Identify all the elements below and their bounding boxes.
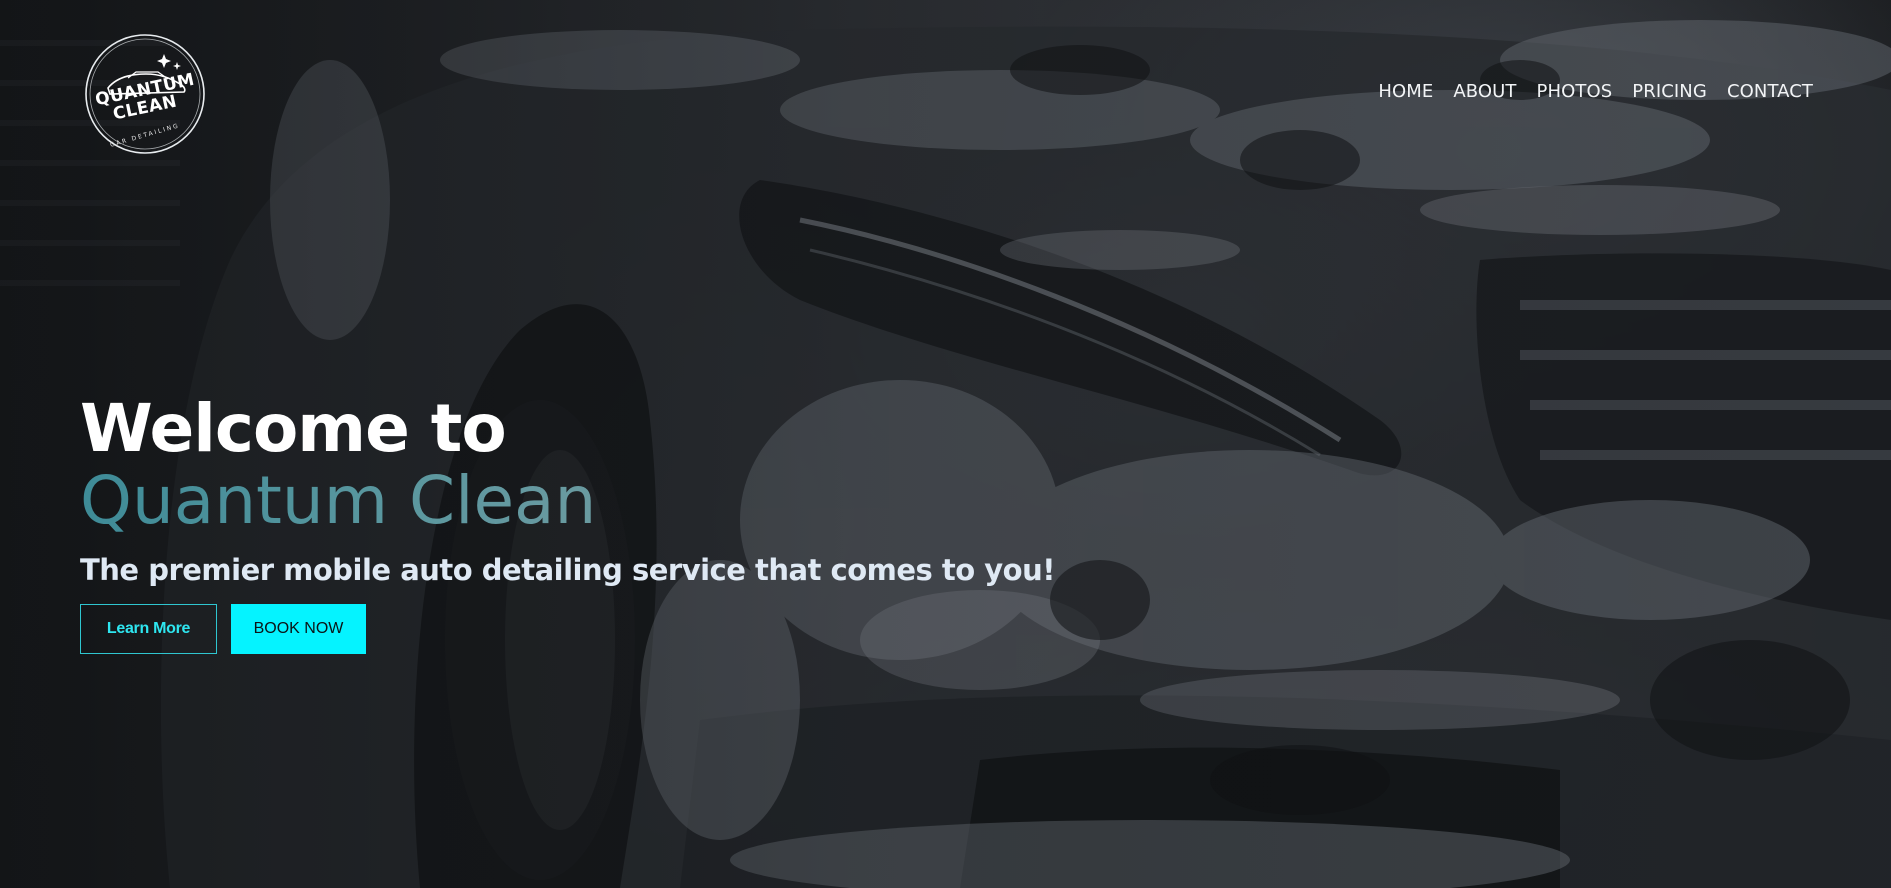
hero-section: QUANTUM CLEAN CAR DETAILING HOME ABOUT P… [0, 0, 1891, 888]
hero-heading-brand: Quantum Clean [80, 462, 597, 539]
nav-about[interactable]: ABOUT [1443, 81, 1526, 102]
book-now-button[interactable]: BOOK NOW [231, 604, 366, 654]
nav-photos[interactable]: PHOTOS [1527, 81, 1623, 102]
hero-heading-welcome: Welcome to [80, 390, 507, 467]
site-logo[interactable]: QUANTUM CLEAN CAR DETAILING [80, 32, 210, 156]
learn-more-button[interactable]: Learn More [80, 604, 217, 654]
main-nav: HOME ABOUT PHOTOS PRICING CONTACT [1368, 81, 1823, 102]
hero-heading: Welcome to Quantum Clean [80, 393, 596, 537]
nav-pricing[interactable]: PRICING [1622, 81, 1717, 102]
nav-home[interactable]: HOME [1368, 81, 1443, 102]
hero-tagline: The premier mobile auto detailing servic… [80, 553, 1055, 587]
nav-contact[interactable]: CONTACT [1717, 81, 1823, 102]
